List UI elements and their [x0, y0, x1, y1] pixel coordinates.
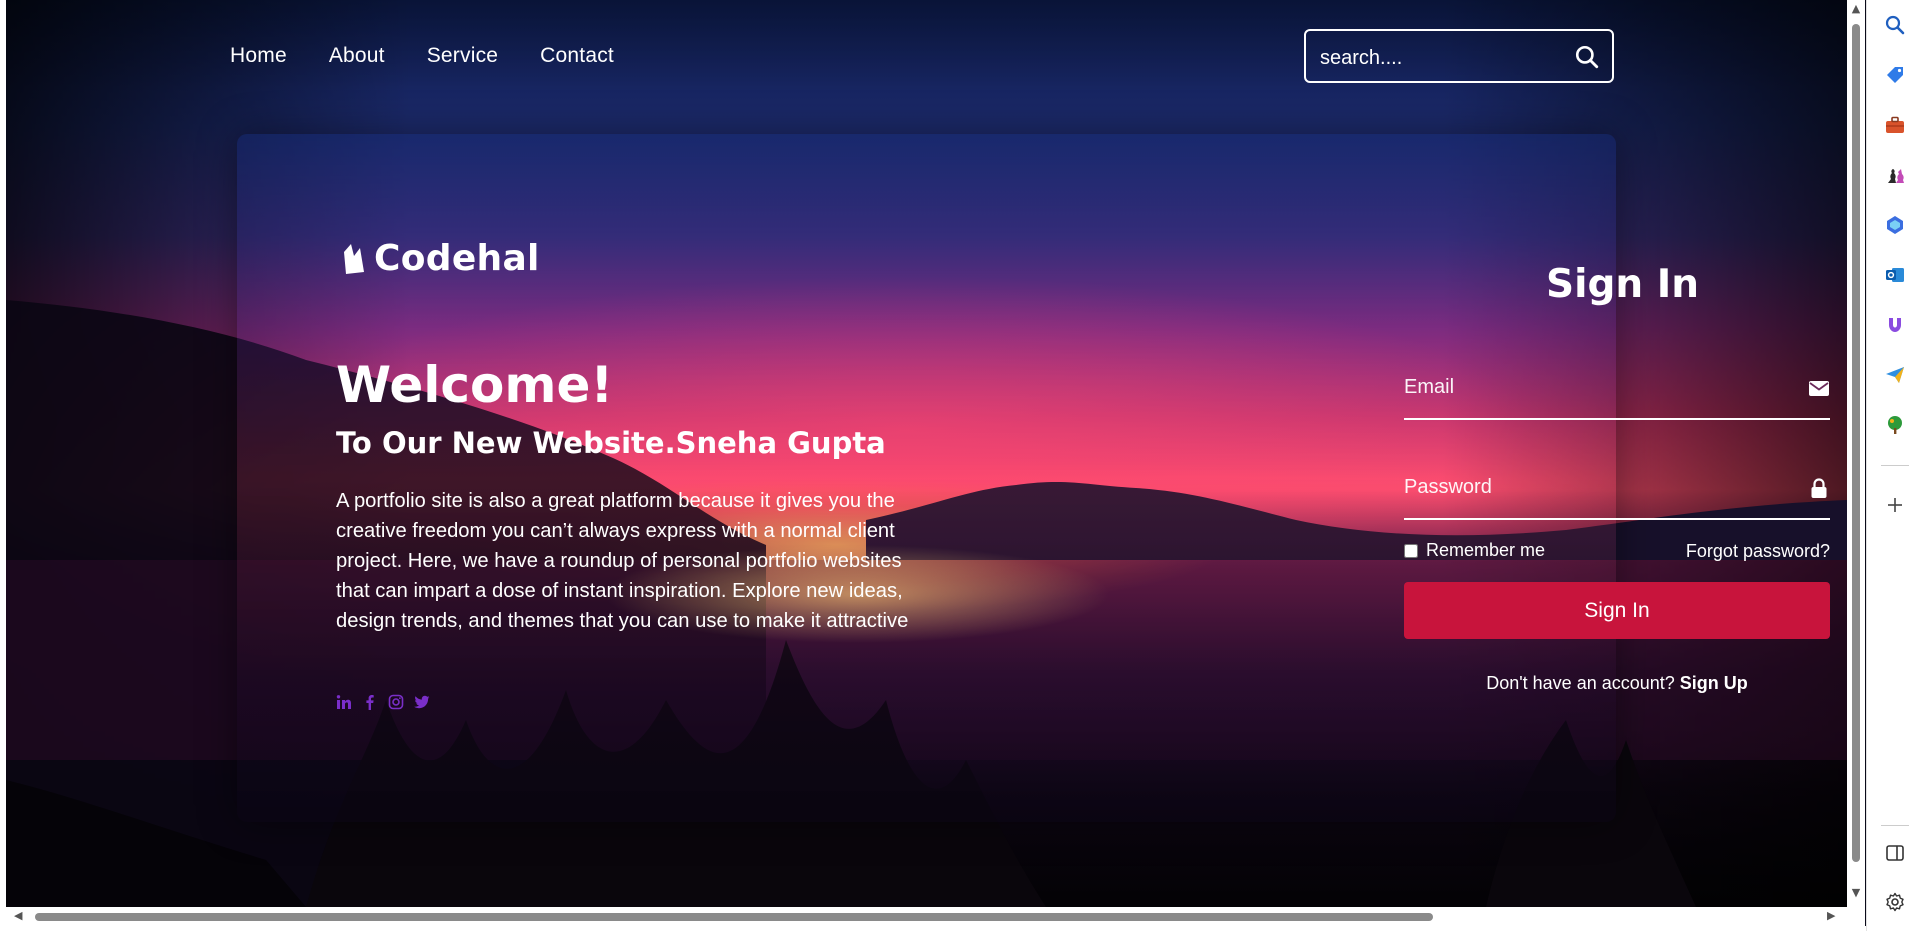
nav-contact[interactable]: Contact — [540, 44, 614, 68]
logo-mark-icon — [344, 243, 364, 274]
magnet-icon[interactable] — [1884, 314, 1906, 336]
nav-home[interactable]: Home — [230, 44, 287, 68]
no-account-text: Don't have an account? — [1486, 673, 1675, 693]
search-input[interactable] — [1318, 43, 1572, 73]
sidebar-divider — [1881, 825, 1909, 826]
outlook-icon[interactable] — [1884, 264, 1906, 286]
signup-link[interactable]: Sign Up — [1680, 673, 1748, 693]
twitter-icon[interactable] — [414, 694, 430, 710]
vertical-scroll-thumb[interactable] — [1852, 24, 1860, 862]
search-box — [1304, 29, 1614, 83]
nav-about[interactable]: About — [329, 44, 385, 68]
copilot-icon[interactable] — [1884, 214, 1906, 236]
signup-prompt: Don't have an account? Sign Up — [1404, 673, 1830, 694]
briefcase-icon[interactable] — [1884, 114, 1906, 136]
tree-icon[interactable] — [1884, 414, 1906, 436]
linkedin-icon[interactable] — [336, 694, 352, 710]
brand-logo[interactable]: Codehal — [342, 238, 540, 279]
panel-icon[interactable] — [1884, 842, 1906, 864]
sidebar-divider — [1881, 465, 1909, 466]
scroll-up-arrow-icon[interactable]: ▲ — [1851, 3, 1861, 14]
browser-sidebar — [1866, 0, 1922, 931]
hero-heading: Welcome! — [336, 356, 614, 414]
scroll-right-arrow-icon[interactable]: ▶ — [1827, 910, 1837, 921]
social-links — [336, 694, 430, 710]
window-bottom-edge — [0, 926, 1922, 931]
horizontal-scroll-thumb[interactable] — [35, 913, 1433, 921]
tag-icon[interactable] — [1884, 64, 1906, 86]
email-field — [1404, 360, 1830, 420]
forgot-password-link[interactable]: Forgot password? — [1686, 541, 1830, 562]
search-icon[interactable] — [1884, 14, 1906, 36]
hero-paragraph: A portfolio site is also a great platfor… — [336, 490, 909, 632]
password-input[interactable] — [1404, 472, 1784, 502]
remember-me: Remember me — [1404, 540, 1545, 561]
horizontal-scrollbar[interactable]: ◀ ▶ — [6, 907, 1865, 926]
chess-icon[interactable] — [1884, 164, 1906, 186]
password-field — [1404, 460, 1830, 520]
add-icon[interactable] — [1884, 494, 1906, 516]
scroll-down-arrow-icon[interactable]: ▼ — [1851, 887, 1861, 898]
search-icon[interactable] — [1574, 44, 1600, 70]
page-viewport — [6, 0, 1847, 907]
envelope-icon — [1809, 381, 1829, 396]
facebook-icon[interactable] — [362, 694, 378, 710]
brand-name: Codehal — [374, 238, 540, 279]
vertical-scrollbar[interactable]: ▲ ▼ — [1847, 0, 1865, 907]
remember-checkbox[interactable] — [1404, 543, 1418, 558]
scroll-left-arrow-icon[interactable]: ◀ — [14, 910, 24, 921]
instagram-icon[interactable] — [388, 694, 404, 710]
signin-title: Sign In — [1546, 262, 1699, 307]
lock-icon — [1811, 478, 1827, 498]
main-nav: Home About Service Contact — [230, 44, 656, 68]
email-input[interactable] — [1404, 372, 1784, 402]
settings-icon[interactable] — [1884, 891, 1906, 913]
signin-button[interactable]: Sign In — [1404, 582, 1830, 639]
hero-subheading: To Our New Website.Sneha Gupta — [336, 426, 886, 460]
remember-label[interactable]: Remember me — [1426, 540, 1545, 561]
nav-service[interactable]: Service — [427, 44, 498, 68]
send-icon[interactable] — [1884, 364, 1906, 386]
